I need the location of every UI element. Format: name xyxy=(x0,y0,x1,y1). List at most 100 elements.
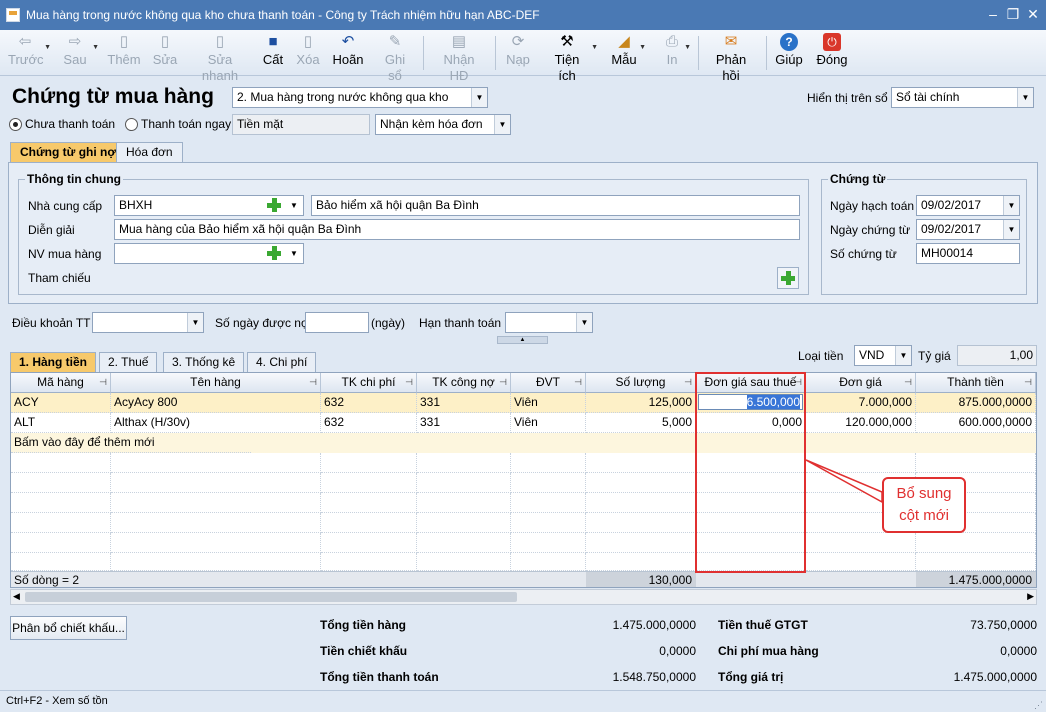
table-cell[interactable]: 125,000 xyxy=(586,393,696,413)
chevron-down-icon[interactable]: ▼ xyxy=(591,44,598,51)
unpaid-radio[interactable]: Chưa thanh toán xyxy=(9,117,115,131)
chevron-down-icon[interactable]: ▼ xyxy=(1017,88,1033,107)
table-cell[interactable]: ACY xyxy=(11,393,111,413)
table-cell[interactable]: ALT xyxy=(11,413,111,433)
table-cell[interactable]: AcyAcy 800 xyxy=(111,393,321,413)
cancel-button[interactable]: ↶ Hoãn xyxy=(332,32,364,72)
save-button[interactable]: ■ Cất xyxy=(260,32,286,72)
feedback-button[interactable]: ✉ Phản hồi xyxy=(706,32,756,83)
scrollbar-thumb[interactable] xyxy=(25,592,517,602)
quick-edit-button[interactable]: ▯ Sửa nhanh xyxy=(190,32,250,83)
voucher-type-select[interactable]: 2. Mua hàng trong nước không qua kho ▼ xyxy=(232,87,488,108)
pin-icon[interactable]: ⊣ xyxy=(499,373,507,392)
table-cell[interactable]: 120.000,000 xyxy=(806,413,916,433)
help-button[interactable]: ? Giúp xyxy=(775,32,803,72)
resize-grip-icon[interactable]: ⋰ xyxy=(1034,700,1043,711)
tab-goods-money[interactable]: 1. Hàng tiền xyxy=(10,352,97,372)
col-header-expense-account[interactable]: TK chi phí ⊣ xyxy=(321,373,417,393)
supplier-name-field[interactable]: Bảo hiểm xã hội quận Ba Đình xyxy=(311,195,800,216)
tab-statistics[interactable]: 3. Thống kê xyxy=(163,352,245,372)
close-button[interactable]: ⏻ Đóng xyxy=(816,32,848,72)
add-buyer-icon[interactable] xyxy=(266,245,282,261)
chevron-down-icon[interactable]: ▼ xyxy=(1003,220,1019,239)
display-book-select[interactable]: Sổ tài chính ▼ xyxy=(891,87,1034,108)
col-header-item-name[interactable]: Tên hàng ⊣ xyxy=(111,373,321,393)
table-cell[interactable]: Althax (H/30v) xyxy=(111,413,321,433)
table-cell[interactable]: 331 xyxy=(417,413,511,433)
invoice-option-select[interactable]: Nhận kèm hóa đơn ▼ xyxy=(375,114,511,135)
prev-button[interactable]: ⇦ Trước ▼ xyxy=(8,32,51,72)
pin-icon[interactable]: ⊣ xyxy=(684,373,692,392)
table-cell[interactable]: Viên xyxy=(511,393,586,413)
add-row-hint[interactable]: Bấm vào đây để thêm mới xyxy=(11,433,251,453)
voucher-date-field[interactable]: 09/02/2017 ▼ xyxy=(916,219,1020,240)
paid-now-radio[interactable]: Thanh toán ngay xyxy=(125,117,231,131)
col-header-unit-price[interactable]: Đơn giá ⊣ xyxy=(806,373,916,393)
description-field[interactable]: Mua hàng của Bảo hiểm xã hội quận Ba Đìn… xyxy=(114,219,800,240)
arrow-right-icon: ⇨ xyxy=(68,33,82,50)
pin-icon[interactable]: ⊣ xyxy=(309,373,317,392)
chevron-down-icon[interactable]: ▼ xyxy=(494,115,510,134)
quick-edit-icon: ▯ xyxy=(215,33,225,50)
add-reference-button[interactable] xyxy=(777,267,799,289)
pin-icon[interactable]: ⊣ xyxy=(904,373,912,392)
chevron-down-icon[interactable]: ▼ xyxy=(187,313,203,332)
table-cell[interactable]: 5,000 xyxy=(586,413,696,433)
utilities-button[interactable]: ⚒ Tiện ích ▼ xyxy=(545,32,598,83)
table-cell[interactable]: 331 xyxy=(417,393,511,413)
credit-days-field[interactable] xyxy=(305,312,369,333)
post-button[interactable]: ✎ Ghi sổ xyxy=(377,32,413,83)
template-button[interactable]: ◢ Mẫu ▼ xyxy=(611,32,646,72)
edit-button[interactable]: ▯ Sửa xyxy=(151,32,179,72)
chevron-down-icon[interactable]: ▼ xyxy=(471,88,487,107)
payment-terms-select[interactable]: ▼ xyxy=(92,312,204,333)
add-supplier-icon[interactable] xyxy=(266,197,282,213)
minimize-button[interactable]: – xyxy=(982,6,1004,22)
chevron-down-icon[interactable]: ▼ xyxy=(44,44,51,51)
voucher-no-field[interactable]: MH00014 xyxy=(916,243,1020,264)
pin-icon[interactable]: ⊣ xyxy=(1024,373,1032,392)
col-header-unit[interactable]: ĐVT ⊣ xyxy=(511,373,586,393)
col-header-quantity[interactable]: Số lượng ⊣ xyxy=(586,373,696,393)
pin-icon[interactable]: ⊣ xyxy=(99,373,107,392)
table-cell[interactable]: 632 xyxy=(321,393,417,413)
chevron-down-icon[interactable]: ▼ xyxy=(895,346,911,365)
posting-date-field[interactable]: 09/02/2017 ▼ xyxy=(916,195,1020,216)
table-cell[interactable]: 632 xyxy=(321,413,417,433)
allocate-discount-button[interactable]: Phân bổ chiết khấu... xyxy=(10,616,127,640)
add-button[interactable]: ▯ Thêm xyxy=(106,32,142,72)
tab-voucher[interactable]: Chứng từ ghi nợ xyxy=(10,142,126,162)
table-cell[interactable]: 7.000,000 xyxy=(806,393,916,413)
maximize-button[interactable]: ❐ xyxy=(1002,6,1024,23)
delete-button[interactable]: ▯ Xóa xyxy=(295,32,321,72)
chevron-down-icon[interactable]: ▼ xyxy=(684,44,691,51)
receive-invoice-button[interactable]: ▤ Nhận HĐ xyxy=(433,32,485,83)
col-header-amount[interactable]: Thành tiền ⊣ xyxy=(916,373,1036,393)
tab-tax[interactable]: 2. Thuế xyxy=(99,352,158,372)
table-cell[interactable]: 600.000,0000 xyxy=(916,413,1036,433)
print-button[interactable]: ⎙ In ▼ xyxy=(662,32,691,72)
close-window-button[interactable]: ✕ xyxy=(1022,6,1044,23)
currency-select[interactable]: VND ▼ xyxy=(854,345,912,366)
chevron-down-icon[interactable]: ▼ xyxy=(290,201,298,210)
table-cell[interactable]: 875.000,0000 xyxy=(916,393,1036,413)
col-header-payable-account[interactable]: TK công nợ ⊣ xyxy=(417,373,511,393)
horizontal-scrollbar[interactable]: ◀ ▶ xyxy=(10,589,1037,605)
chevron-down-icon[interactable]: ▼ xyxy=(290,249,298,258)
chevron-down-icon[interactable]: ▼ xyxy=(92,44,99,51)
chevron-down-icon[interactable]: ▼ xyxy=(1003,196,1019,215)
tab-invoice[interactable]: Hóa đơn xyxy=(116,142,183,162)
collapse-handle[interactable]: ▲ xyxy=(497,336,548,344)
chevron-down-icon[interactable]: ▼ xyxy=(639,44,646,51)
pin-icon[interactable]: ⊣ xyxy=(405,373,413,392)
load-button[interactable]: ⟳ Nạp xyxy=(505,32,531,72)
table-cell[interactable]: Viên xyxy=(511,413,586,433)
pin-icon[interactable]: ⊣ xyxy=(574,373,582,392)
due-date-field[interactable]: ▼ xyxy=(505,312,593,333)
next-button[interactable]: ⇨ Sau ▼ xyxy=(60,32,99,72)
chevron-down-icon[interactable]: ▼ xyxy=(576,313,592,332)
scroll-left-icon[interactable]: ◀ xyxy=(13,591,20,602)
col-header-item-code[interactable]: Mã hàng ⊣ xyxy=(11,373,111,393)
tab-costs[interactable]: 4. Chi phí xyxy=(247,352,317,372)
scroll-right-icon[interactable]: ▶ xyxy=(1027,591,1034,602)
